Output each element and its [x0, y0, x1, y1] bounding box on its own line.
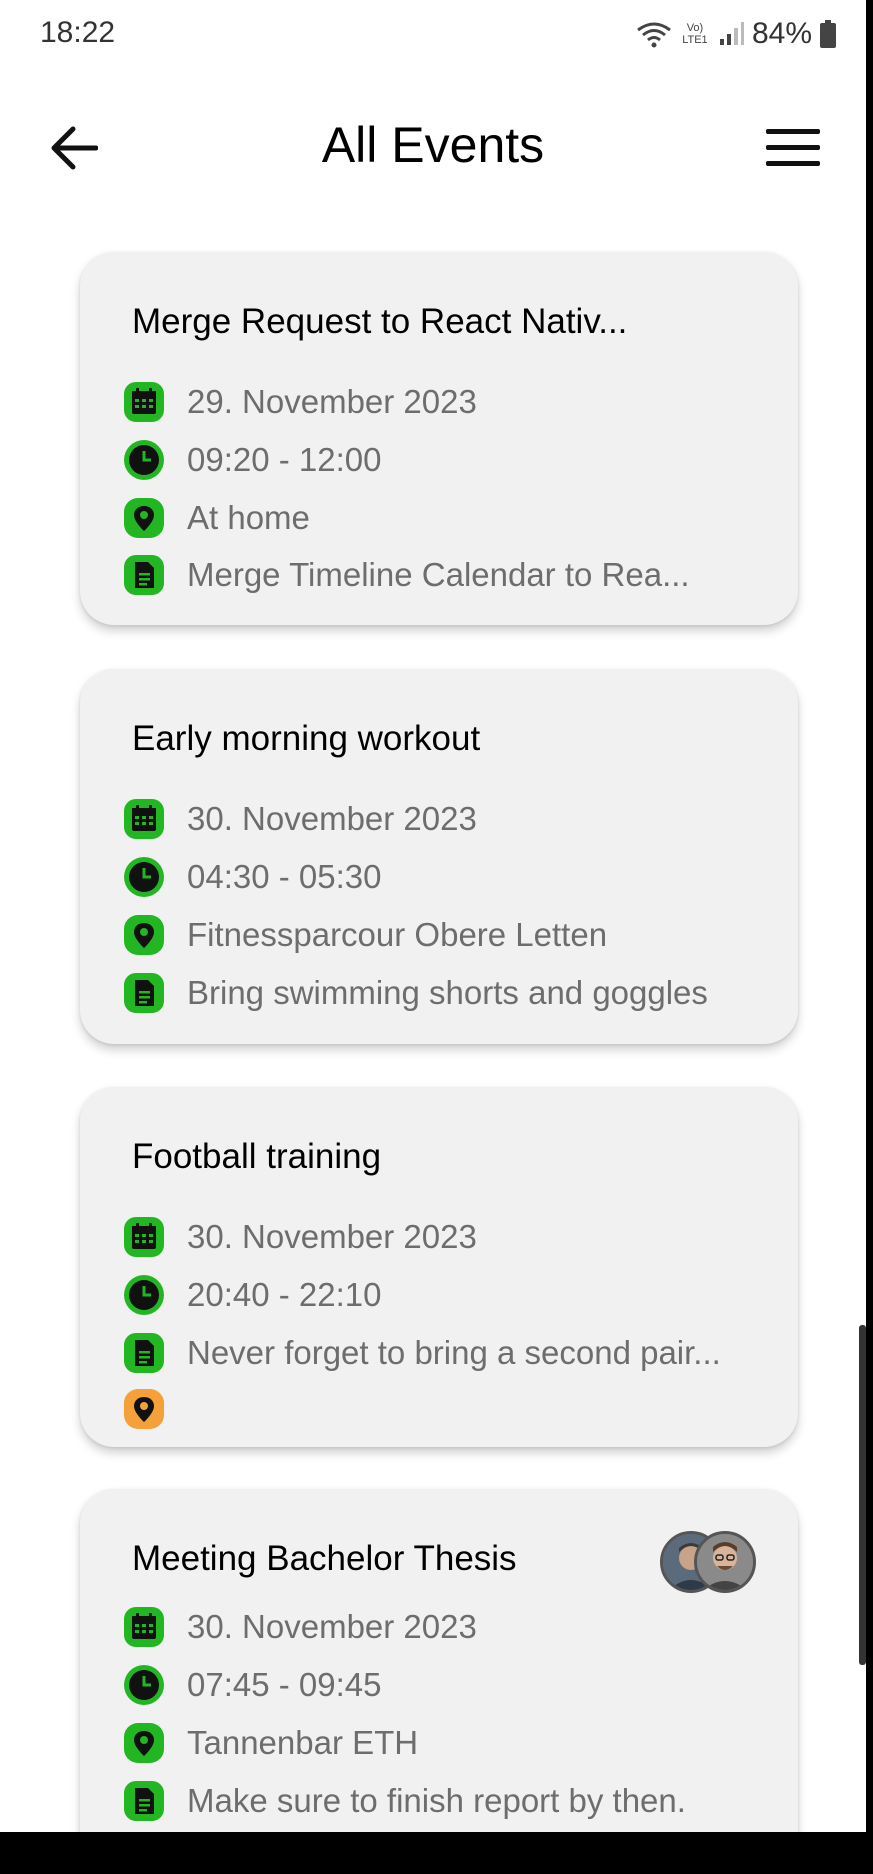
event-location: Tannenbar ETH	[187, 1724, 419, 1761]
calendar-icon	[124, 382, 164, 422]
event-card[interactable]: Early morning workout 30. November 2023 …	[80, 669, 798, 1044]
avatar	[694, 1531, 756, 1593]
location-pin-icon	[124, 1723, 164, 1763]
wifi-icon	[637, 22, 671, 48]
event-time: 07:45 - 09:45	[187, 1666, 382, 1703]
battery-percent: 84%	[751, 17, 812, 50]
person-avatar-icon	[697, 1534, 753, 1590]
event-note-row: Make sure to finish report by then.	[122, 1776, 686, 1826]
scrollbar[interactable]	[859, 1325, 866, 1665]
event-location: Fitnessparcour Obere Letten	[187, 916, 608, 953]
event-location-row: Fitnessparcour Obere Letten	[122, 910, 607, 960]
event-card[interactable]: Meeting Bachelor Thesis 30. November 202…	[80, 1489, 798, 1832]
event-title: Merge Request to React Nativ...	[132, 302, 628, 341]
status-icons: Vo) LTE1 84%	[636, 14, 836, 54]
event-note-row: Merge Timeline Calendar to Rea...	[122, 550, 690, 600]
calendar-icon	[124, 1607, 164, 1647]
app-bar: All Events	[0, 100, 866, 196]
calendar-icon	[124, 799, 164, 839]
page-title: All Events	[321, 117, 545, 173]
clock-icon	[122, 855, 166, 899]
screen: 18:22 Vo) LTE1 84% All Events Merge Requ…	[0, 0, 866, 1832]
event-title: Early morning workout	[132, 719, 481, 758]
event-note: Never forget to bring a second pair...	[187, 1334, 721, 1371]
event-date-row: 29. November 2023	[122, 377, 477, 427]
battery-icon	[820, 20, 836, 48]
event-time: 04:30 - 05:30	[187, 858, 382, 895]
event-date: 30. November 2023	[187, 1608, 477, 1645]
menu-button[interactable]	[762, 122, 824, 174]
calendar-icon	[124, 1217, 164, 1257]
event-time: 09:20 - 12:00	[187, 441, 382, 478]
signal-icon	[719, 22, 744, 45]
status-bar: 18:22 Vo) LTE1 84%	[0, 0, 866, 70]
event-date: 30. November 2023	[187, 1218, 477, 1255]
event-location-row: At home	[122, 493, 310, 543]
event-note-row: Bring swimming shorts and goggles	[122, 968, 708, 1018]
event-time-row: 04:30 - 05:30	[122, 852, 382, 902]
status-time: 18:22	[40, 16, 116, 49]
event-note: Merge Timeline Calendar to Rea...	[187, 556, 690, 593]
event-note: Bring swimming shorts and goggles	[187, 974, 708, 1011]
event-date-row: 30. November 2023	[122, 1212, 477, 1262]
participant-avatars[interactable]	[660, 1531, 756, 1593]
event-location-row	[122, 1384, 166, 1434]
document-icon	[124, 1333, 164, 1373]
clock-icon	[122, 438, 166, 482]
event-title: Meeting Bachelor Thesis	[132, 1539, 517, 1578]
event-time-row: 09:20 - 12:00	[122, 435, 382, 485]
event-location-row: Tannenbar ETH	[122, 1718, 418, 1768]
event-date-row: 30. November 2023	[122, 794, 477, 844]
hamburger-menu-icon	[766, 129, 820, 166]
location-pin-icon	[124, 915, 164, 955]
event-time-row: 07:45 - 09:45	[122, 1660, 382, 1710]
location-pin-icon	[124, 1389, 164, 1429]
event-date-row: 30. November 2023	[122, 1602, 477, 1652]
event-title: Football training	[132, 1137, 382, 1176]
event-time-row: 20:40 - 22:10	[122, 1270, 382, 1320]
document-icon	[124, 973, 164, 1013]
location-pin-icon	[124, 498, 164, 538]
clock-icon	[122, 1663, 166, 1707]
event-note-row: Never forget to bring a second pair...	[122, 1328, 721, 1378]
event-card[interactable]: Merge Request to React Nativ... 29. Nove…	[80, 252, 798, 625]
event-location: At home	[187, 499, 310, 536]
document-icon	[124, 1781, 164, 1821]
event-note: Make sure to finish report by then.	[187, 1782, 686, 1819]
event-time: 20:40 - 22:10	[187, 1276, 382, 1313]
event-card[interactable]: Football training 30. November 2023 20:4…	[80, 1087, 798, 1447]
event-date: 30. November 2023	[187, 800, 477, 837]
event-date: 29. November 2023	[187, 383, 477, 420]
clock-icon	[122, 1273, 166, 1317]
document-icon	[124, 555, 164, 595]
network-label: Vo) LTE1	[682, 22, 708, 46]
